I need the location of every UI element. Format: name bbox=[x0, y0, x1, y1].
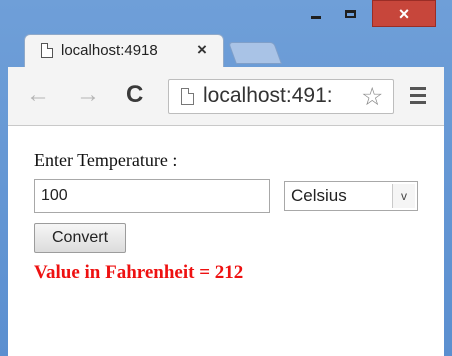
address-text[interactable]: localhost:491: bbox=[203, 84, 353, 108]
new-tab-button[interactable] bbox=[227, 42, 283, 64]
maximize-icon bbox=[344, 9, 356, 18]
chevron-down-icon[interactable]: v bbox=[392, 184, 415, 208]
star-icon[interactable]: ☆ bbox=[361, 82, 383, 112]
temperature-input[interactable] bbox=[34, 179, 270, 213]
minimize-icon bbox=[311, 16, 321, 19]
browser-toolbar: ← → C localhost:491: ☆ bbox=[8, 67, 444, 126]
menu-icon[interactable] bbox=[410, 87, 426, 108]
browser-tab[interactable]: localhost:4918 × bbox=[24, 34, 224, 67]
maximize-button[interactable] bbox=[334, 0, 366, 27]
minimize-button[interactable] bbox=[300, 0, 332, 27]
page-icon bbox=[181, 88, 194, 105]
page-icon bbox=[41, 43, 53, 58]
forward-arrow-icon[interactable]: → bbox=[76, 83, 100, 107]
convert-button[interactable]: Convert bbox=[34, 223, 126, 253]
close-icon: × bbox=[398, 3, 410, 24]
unit-selected-value: Celsius bbox=[291, 186, 347, 205]
address-bar[interactable]: localhost:491: ☆ bbox=[168, 79, 394, 114]
tab-title: localhost:4918 bbox=[61, 42, 158, 59]
tab-close-button[interactable]: × bbox=[197, 40, 207, 60]
result-text: Value in Fahrenheit = 212 bbox=[34, 262, 244, 283]
page-content: Enter Temperature : Celsius v Convert Va… bbox=[8, 126, 444, 356]
reload-icon[interactable]: C bbox=[126, 83, 143, 107]
close-window-button[interactable]: × bbox=[372, 0, 436, 27]
temperature-label: Enter Temperature : bbox=[34, 150, 178, 170]
browser-window: × localhost:4918 × ← → C localhost:491: … bbox=[0, 0, 452, 356]
back-arrow-icon[interactable]: ← bbox=[26, 83, 50, 107]
unit-select[interactable]: Celsius v bbox=[284, 181, 418, 211]
